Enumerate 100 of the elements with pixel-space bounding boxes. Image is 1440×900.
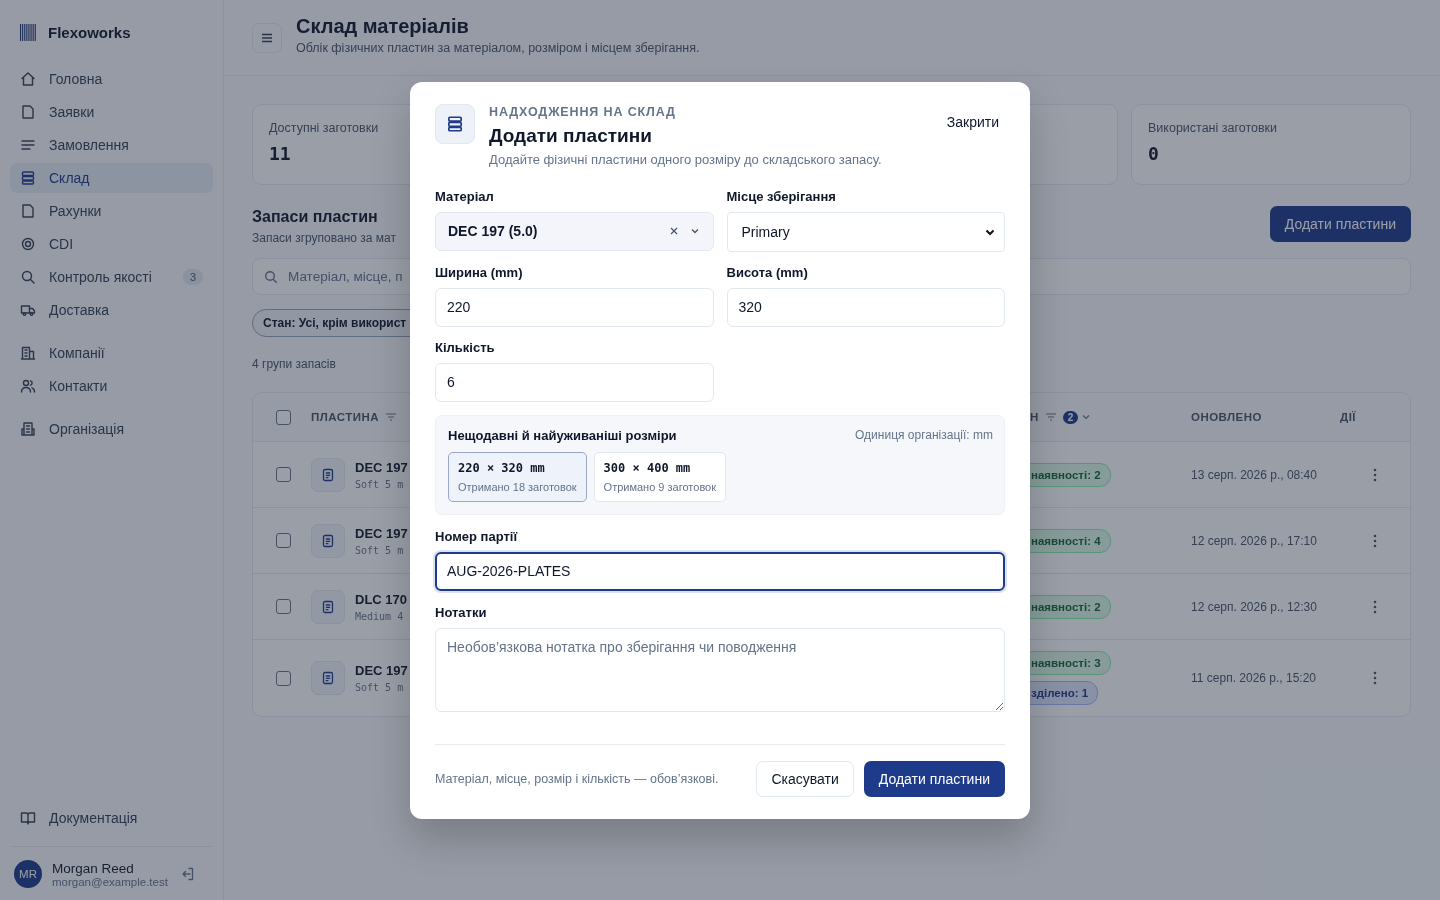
location-select[interactable]: Primary: [726, 211, 1005, 252]
updated-date: 13 серп. 2026 р., 08:40: [1191, 467, 1317, 482]
checkbox[interactable]: [276, 409, 291, 425]
plate-name: DLC 170: [355, 591, 408, 607]
building-icon: [20, 345, 36, 361]
docs-link[interactable]: Документація: [10, 803, 213, 833]
nav-item[interactable]: CDI: [10, 229, 213, 259]
section-subtitle: Запаси згруповано за мат: [252, 231, 396, 245]
document-icon: [311, 523, 345, 558]
menu-button[interactable]: [252, 23, 282, 53]
size-option[interactable]: 300 × 400 mm Отримано 9 заготовок: [593, 451, 727, 502]
required-note: Матеріал, місце, розмір і кількість — обов’язкові.: [435, 771, 720, 786]
search-icon: [264, 270, 278, 284]
nav-item[interactable]: Рахунки: [10, 196, 213, 226]
clear-icon[interactable]: [668, 226, 679, 236]
page-subtitle: Облік фізичних пластин за матеріалом, розміром і місцем зберігання.: [296, 41, 700, 55]
chevron-icon[interactable]: [1081, 412, 1092, 422]
nav-item[interactable]: Організація: [10, 414, 213, 444]
nav-item[interactable]: Склад: [10, 163, 213, 193]
stat-label: Використані заготовки: [1148, 121, 1279, 135]
user-name: Morgan Reed: [52, 860, 135, 876]
home-icon: [20, 71, 36, 87]
stack-icon: [435, 103, 475, 144]
notes-field[interactable]: Необов’язкова нотатка про зберігання чи поводження: [435, 627, 1005, 712]
checkbox[interactable]: [276, 533, 291, 548]
lines-icon: [20, 137, 36, 153]
document-icon: [311, 661, 345, 695]
nav-item[interactable]: Головна: [10, 64, 213, 94]
users-icon: [20, 378, 36, 394]
stack-icon: [20, 170, 36, 186]
field-label: Місце зберігання: [726, 188, 837, 205]
file-icon: [20, 104, 36, 120]
column-header[interactable]: Н 2: [1030, 393, 1092, 441]
width-field[interactable]: 220: [435, 287, 714, 327]
updated-date: 12 серп. 2026 р., 17:10: [1191, 533, 1317, 548]
plate-name: DEC 197: [355, 459, 408, 475]
field-label: Матеріал: [435, 188, 495, 205]
dialog-eyebrow: НАДХОДЖЕННЯ НА СКЛАД: [489, 103, 677, 120]
plate-spec: Soft 5 m: [355, 682, 405, 693]
truck-icon: [20, 302, 36, 318]
dialog-title: Додати пластини: [489, 123, 653, 148]
field-label: Кількість: [435, 339, 496, 356]
nav-item[interactable]: Замовлення: [10, 130, 213, 160]
more-icon: [1373, 533, 1377, 548]
logout-icon[interactable]: [181, 867, 195, 881]
height-field[interactable]: 320: [726, 287, 1005, 327]
nav-item[interactable]: Контакти: [10, 371, 213, 401]
group-count: 4 групи запасів: [252, 357, 337, 371]
file-icon: [20, 203, 36, 219]
field-label: Номер партії: [435, 528, 519, 545]
sizes-title: Нещодавні й найуживаніші розміри: [448, 427, 677, 443]
column-header[interactable]: ПЛАСТИНА: [311, 393, 397, 441]
document-icon: [311, 589, 345, 624]
more-icon: [1373, 467, 1377, 482]
filter-icon[interactable]: [1044, 411, 1057, 423]
filter-count-badge: 2: [1062, 410, 1079, 424]
dialog-description: Додайте фізичні пластини одного розміру до складського запасу.: [489, 151, 883, 167]
plate-name: DEC 197: [355, 663, 408, 678]
nav-item[interactable]: Доставка: [10, 295, 213, 325]
nav-item[interactable]: Контроль якості 3: [10, 262, 213, 292]
filter-icon[interactable]: [384, 411, 397, 423]
close-button[interactable]: Закрити: [940, 105, 1005, 138]
cancel-button[interactable]: Скасувати: [756, 760, 854, 797]
office-icon: [20, 421, 36, 437]
column-header[interactable]: ОНОВЛЕНО: [1191, 393, 1262, 441]
stat-value: 0: [1148, 143, 1159, 164]
updated-date: 12 серп. 2026 р., 12:30: [1191, 599, 1317, 614]
search-icon: [20, 269, 36, 285]
quantity-field[interactable]: 6: [435, 362, 714, 402]
submit-button[interactable]: Додати пластини: [863, 760, 1005, 797]
more-icon: [1373, 671, 1377, 685]
batch-number-field[interactable]: AUG-2026-PLATES: [435, 551, 1005, 591]
section-title: Запаси пластин: [252, 207, 379, 227]
checkbox[interactable]: [276, 670, 291, 686]
size-option[interactable]: 220 × 320 mm Отримано 18 заготовок: [448, 451, 587, 502]
user-avatar: MR: [14, 860, 42, 888]
target-icon: [20, 236, 36, 252]
book-icon: [20, 810, 36, 826]
nav-item[interactable]: Заявки: [10, 97, 213, 127]
plate-spec: Soft 5 m: [355, 478, 405, 490]
user-email: morgan@example.test: [52, 875, 169, 888]
material-combobox[interactable]: DEC 197 (5.0): [435, 211, 714, 251]
menu-icon: [260, 31, 274, 45]
count-badge: 3: [182, 269, 203, 285]
document-icon: [311, 457, 345, 492]
nav-item[interactable]: Компанії: [10, 338, 213, 368]
column-header[interactable]: ДІЇ: [1340, 393, 1356, 441]
field-label: Ширина (mm): [435, 264, 524, 281]
unit-note: Одиниця організації: mm: [855, 428, 993, 442]
logo-icon: [20, 23, 37, 41]
checkbox[interactable]: [276, 467, 291, 482]
stat-value: 11: [269, 143, 291, 164]
plate-name: DEC 197: [355, 525, 408, 541]
more-icon: [1373, 599, 1377, 614]
checkbox[interactable]: [276, 599, 291, 614]
plate-spec: Soft 5 m: [355, 544, 405, 556]
add-plates-button[interactable]: Додати пластини: [1269, 206, 1411, 242]
field-label: Висота (mm): [726, 264, 809, 281]
brand-name: Flexoworks: [48, 23, 131, 41]
plate-spec: Medium 4: [355, 610, 405, 622]
